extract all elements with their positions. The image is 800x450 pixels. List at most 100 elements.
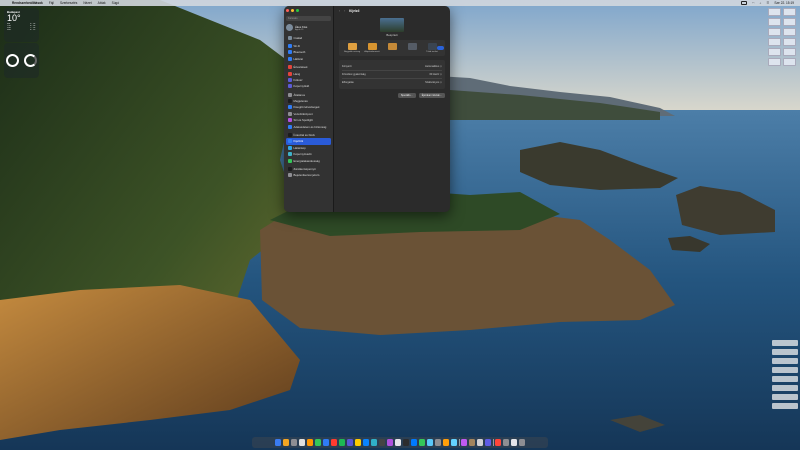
desktop-file-thumbnail[interactable] [768, 48, 781, 56]
desktop-file-thumbnail[interactable] [768, 38, 781, 46]
dock-app-icon[interactable] [410, 439, 418, 446]
dock-app-icon[interactable] [484, 439, 492, 446]
sidebar-item-icon [287, 133, 292, 138]
brightness-select[interactable]: Automatikus ◇ [425, 65, 442, 68]
rotation-select[interactable]: Szabványos ◇ [425, 81, 442, 84]
refresh-rate-select[interactable]: 60 Hertz ◇ [429, 73, 442, 76]
sidebar-item[interactable]: Hang [286, 70, 331, 76]
dock-app-icon[interactable] [518, 439, 526, 446]
desktop-file-thumbnail[interactable] [783, 28, 796, 36]
forward-icon[interactable]: › [344, 9, 345, 13]
desktop-file-thumbnail[interactable] [783, 18, 796, 26]
dock-app-icon[interactable] [476, 439, 484, 446]
dock-app-icon[interactable] [306, 439, 314, 446]
desktop-file-thumbnail[interactable] [783, 48, 796, 56]
dock-app-icon[interactable] [386, 439, 394, 446]
sidebar-item[interactable]: Általános [286, 92, 331, 98]
dock-app-icon[interactable] [330, 439, 338, 446]
desktop-file-thumbnail[interactable] [768, 8, 781, 16]
zoom-icon[interactable] [295, 9, 300, 13]
desktop-file-thumbnail[interactable] [783, 58, 796, 66]
dock-app-icon[interactable] [338, 439, 346, 446]
resolution-option[interactable]: Alapértelmezett [362, 43, 382, 53]
dock-app-icon[interactable] [450, 439, 457, 446]
dock-app-icon[interactable] [502, 439, 510, 446]
option-row[interactable]: Frissítési gyakoriság 60 Hertz ◇ [342, 71, 442, 79]
dock-app-icon[interactable] [354, 439, 362, 446]
menu-file[interactable]: Fájl [49, 1, 54, 5]
resolution-options: Nagyobb szöveg Alapértelmezett Több terüle… [342, 43, 442, 53]
control-center-icon[interactable]: ☰ [766, 1, 769, 5]
sidebar-item-label: Képernyővédő [293, 152, 312, 157]
desktop-file-item[interactable] [772, 385, 798, 391]
desktop-file-thumbnail[interactable] [768, 58, 781, 66]
dock-app-icon[interactable] [434, 439, 442, 446]
wifi-icon[interactable]: ◠ [752, 1, 755, 5]
dock-app-icon[interactable] [426, 439, 434, 446]
desktop-file-thumbnail[interactable] [783, 38, 796, 46]
dock-app-icon[interactable] [362, 439, 370, 446]
apple-account[interactable]: Ákos Kiss Apple ID [286, 24, 331, 32]
sidebar-item[interactable]: Bejelentkezési jelszó [286, 172, 331, 178]
search-icon[interactable]: ⌕ [760, 1, 762, 5]
night-shift-button[interactable]: Éjszakai műszak… [418, 93, 445, 98]
dock-app-icon[interactable] [402, 439, 410, 446]
dock-app-icon[interactable] [290, 439, 298, 446]
forecast-row: Szo 6° 12° [7, 29, 36, 31]
sidebar-item-label: Képernyőidő [293, 84, 310, 89]
dock-app-icon[interactable] [510, 439, 518, 446]
battery-icon[interactable] [740, 1, 747, 5]
desktop-file-item[interactable] [772, 349, 798, 355]
page-title: Kijelző [349, 9, 360, 13]
weather-widget[interactable]: Budapest 10° Ma 5° 13° Csü 6° 14° Pén 7° 15… [4, 8, 39, 42]
sidebar-item[interactable]: Kisegítő lehetőségek [286, 104, 331, 110]
avatar [286, 24, 293, 32]
menu-view[interactable]: Nézet [83, 1, 91, 5]
resolution-option[interactable] [382, 43, 402, 53]
desktop-file-item[interactable] [772, 340, 798, 346]
desktop-file-item[interactable] [772, 394, 798, 400]
resolution-option[interactable] [402, 43, 422, 53]
dock-app-icon[interactable] [442, 439, 449, 446]
advanced-button[interactable]: Speciális… [397, 93, 416, 98]
app-menu[interactable]: Rendszerbeállítások [12, 1, 43, 5]
battery-widget[interactable] [4, 43, 39, 78]
dock-app-icon[interactable] [494, 439, 502, 446]
dock-app-icon[interactable] [314, 439, 322, 446]
dock-app-icon[interactable] [370, 439, 378, 446]
dock-app-icon[interactable] [468, 439, 476, 446]
option-row[interactable]: Fényerő Automatikus ◇ [342, 63, 442, 71]
dock-app-icon[interactable] [282, 439, 290, 446]
resolution-option[interactable]: Nagyobb szöveg [342, 43, 362, 53]
desktop-file-thumbnail[interactable] [783, 8, 796, 16]
desktop-file-item[interactable] [772, 376, 798, 382]
back-icon[interactable]: ‹ [339, 9, 340, 13]
dock-app-icon[interactable] [322, 439, 330, 446]
option-row[interactable]: Elforgatás Szabványos ◇ [342, 79, 442, 86]
dock-app-icon[interactable] [418, 439, 426, 446]
menu-help[interactable]: Súgó [112, 1, 119, 5]
display-preview-image[interactable] [380, 18, 404, 32]
desktop-file-thumbnail[interactable] [768, 18, 781, 26]
display-toggle[interactable] [437, 46, 444, 50]
dock-app-icon[interactable] [298, 439, 306, 446]
dock-app-icon[interactable] [274, 439, 282, 446]
desktop-file-item[interactable] [772, 403, 798, 409]
menubar-clock[interactable]: Sze 22. 15:19 [774, 1, 794, 5]
dock-app-icon[interactable] [394, 439, 402, 446]
desktop-file-item[interactable] [772, 358, 798, 364]
desktop-file-item[interactable] [772, 367, 798, 373]
menu-edit[interactable]: Szerkesztés [60, 1, 77, 5]
dock-app-icon[interactable] [460, 439, 468, 446]
sidebar-item[interactable]: Bluetooth [286, 49, 331, 55]
settings-sidebar: Keresés Ákos Kiss Apple ID Család Wi-Fi B… [284, 6, 334, 212]
minimize-icon[interactable] [290, 9, 295, 13]
dock-app-icon[interactable] [378, 439, 386, 446]
menu-window[interactable]: Ablak [98, 1, 106, 5]
dock-app-icon[interactable] [346, 439, 354, 446]
close-icon[interactable] [286, 9, 290, 13]
sidebar-item-label: Kisegítő lehetőségek [293, 105, 320, 110]
sidebar-search-input[interactable]: Keresés [286, 16, 331, 22]
sidebar-item[interactable]: Kijelzők [286, 138, 331, 145]
desktop-file-thumbnail[interactable] [768, 28, 781, 36]
